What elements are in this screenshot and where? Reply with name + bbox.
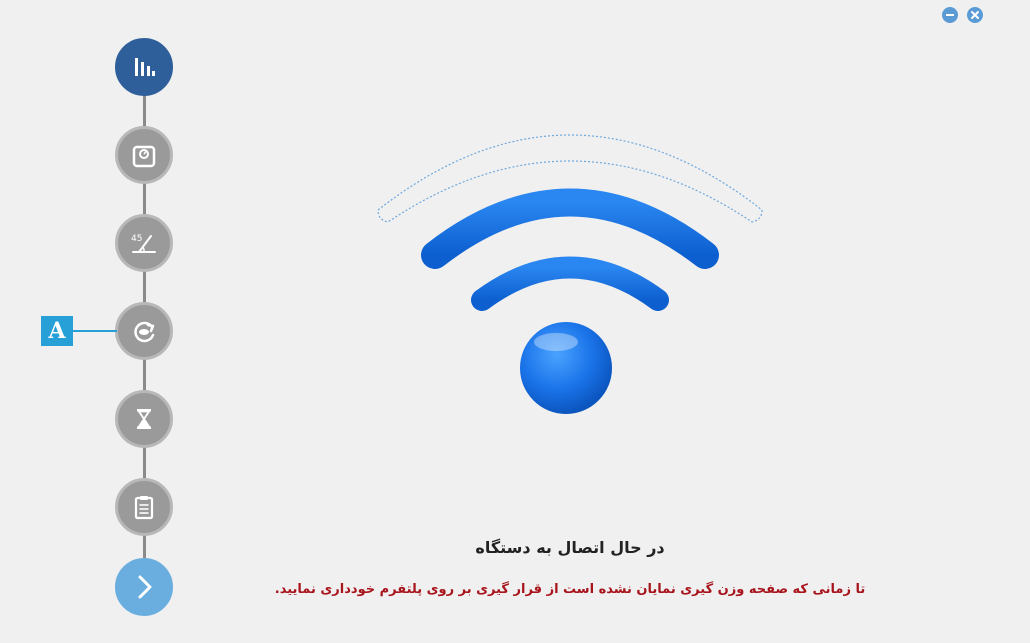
close-button[interactable] <box>967 7 983 23</box>
wifi-inner-arc <box>471 256 669 311</box>
angle-45-label: 45 <box>131 234 142 244</box>
step-rotation[interactable] <box>115 302 173 360</box>
step-measurement-results[interactable] <box>115 38 173 96</box>
hourglass-icon <box>137 409 151 429</box>
next-step-button[interactable] <box>115 558 173 616</box>
connection-status-title: در حال اتصال به دستگاه <box>475 538 665 557</box>
close-icon <box>971 11 979 19</box>
chevron-right-icon <box>138 575 152 599</box>
angle-45-icon: 45 <box>131 234 156 253</box>
annotation-marker-a: A <box>41 316 73 346</box>
wifi-icon <box>377 134 763 414</box>
step-report[interactable] <box>115 478 173 536</box>
minimize-button[interactable] <box>942 7 958 23</box>
step-angle[interactable]: 45 <box>115 214 173 272</box>
bar-chart-icon <box>135 58 155 76</box>
weighing-scale-icon <box>132 145 156 168</box>
annotation-marker-line <box>73 330 117 332</box>
wifi-middle-arc <box>421 188 719 269</box>
device-connection-screen: 45 A در حال اتصال به دستگاه تا زمانی که … <box>0 0 1030 643</box>
step-weighing[interactable] <box>115 126 173 184</box>
step-timer[interactable] <box>115 390 173 448</box>
platform-warning-text: تا زمانی که صفحه وزن گیری نمایان نشده اس… <box>274 582 866 597</box>
rotation-icon <box>134 321 155 343</box>
minus-icon <box>946 14 954 16</box>
clipboard-icon <box>134 496 154 520</box>
